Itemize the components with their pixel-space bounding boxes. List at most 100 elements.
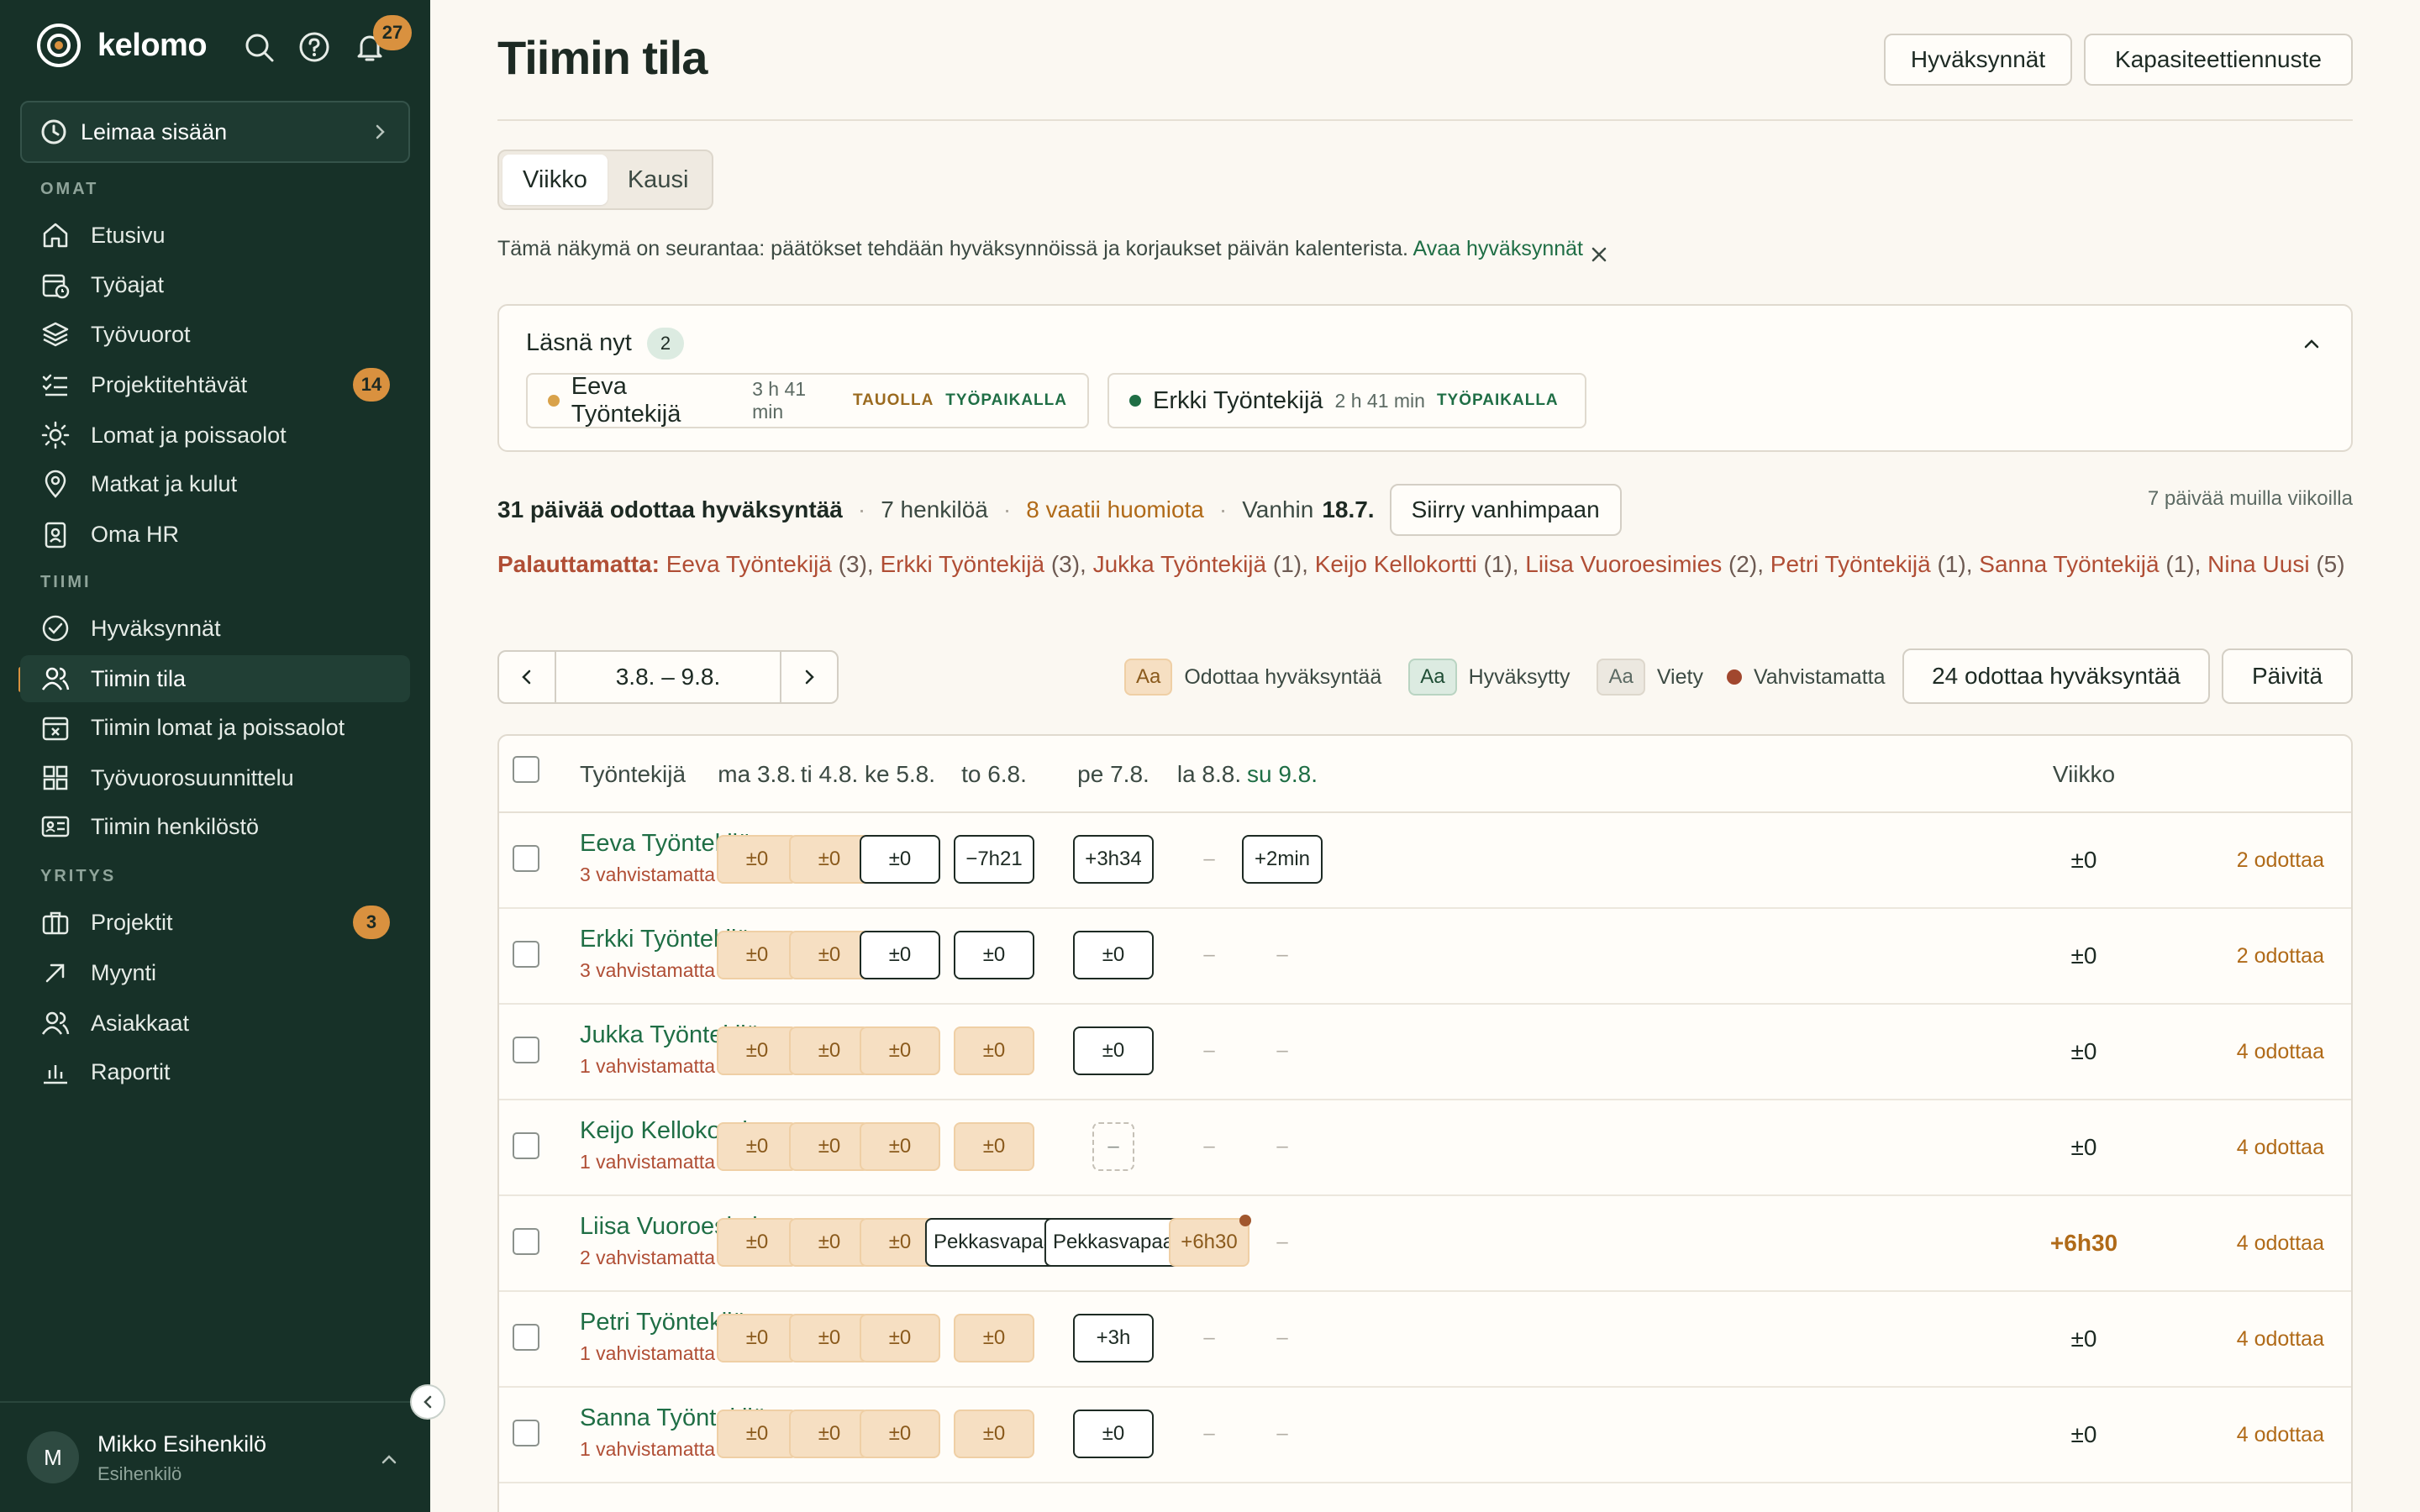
day-cell[interactable]: ±0 — [789, 1122, 870, 1171]
day-cell[interactable]: ±0 — [717, 931, 797, 979]
day-cell[interactable]: ±0 — [860, 835, 940, 884]
help-icon[interactable] — [297, 30, 331, 64]
tab-period[interactable]: Kausi — [608, 155, 709, 205]
day-cell[interactable]: ±0 — [789, 1410, 870, 1458]
chevron-up-icon[interactable] — [2299, 331, 2324, 356]
day-cell[interactable]: ±0 — [717, 1314, 797, 1362]
day-cell[interactable]: ±0 — [717, 835, 797, 884]
row-checkbox[interactable] — [513, 1037, 539, 1063]
sidebar-item-hyvaksynnat[interactable]: Hyväksynnät — [20, 605, 410, 652]
day-cell[interactable]: ±0 — [954, 1410, 1034, 1458]
view-toggle: Viikko Kausi — [497, 150, 714, 210]
day-cell[interactable]: ±0 — [860, 1122, 940, 1171]
sidebar-item-lomat[interactable]: Lomat ja poissaolot — [20, 412, 410, 459]
unreturned-person[interactable]: Liisa Vuoroesimies (2), — [1525, 551, 1770, 577]
next-week-button[interactable] — [781, 652, 837, 702]
unreturned-person[interactable]: Erkki Työntekijä (3), — [880, 551, 1092, 577]
day-cell[interactable]: ±0 — [789, 1314, 870, 1362]
pending-status-link[interactable]: 4 odottaa — [2237, 1327, 2324, 1352]
sidebar-item-raportit[interactable]: Raportit — [20, 1048, 410, 1095]
go-to-oldest-button[interactable]: Siirry vanhimpaan — [1389, 484, 1622, 536]
day-cell[interactable]: ±0 — [1073, 1410, 1154, 1458]
pending-status-link[interactable]: 4 odottaa — [2237, 1040, 2324, 1064]
sidebar-item-asiakkaat[interactable]: Asiakkaat — [20, 1000, 410, 1047]
tab-week[interactable]: Viikko — [502, 155, 608, 205]
clock-in-button[interactable]: Leimaa sisään — [20, 101, 410, 163]
unreturned-person[interactable]: Petri Työntekijä (1), — [1770, 551, 1980, 577]
notifications-button[interactable]: 27 — [353, 15, 412, 64]
previous-week-button[interactable] — [499, 652, 555, 702]
user-menu[interactable]: M Mikko Esihenkilö Esihenkilö — [0, 1401, 430, 1512]
day-cell[interactable]: Pekkasvapaa — [924, 1218, 1064, 1267]
unreturned-person[interactable]: Eeva Työntekijä (3), — [666, 551, 881, 577]
day-cell[interactable]: ±0 — [860, 931, 940, 979]
row-checkbox[interactable] — [513, 1132, 539, 1159]
sidebar-item-tiimin-tila[interactable]: Tiimin tila — [20, 655, 410, 702]
day-cell[interactable]: ±0 — [860, 1026, 940, 1075]
capacity-forecast-button[interactable]: Kapasiteettiennuste — [2084, 34, 2353, 86]
pending-approvals-button[interactable]: 24 odottaa hyväksyntää — [1902, 648, 2210, 704]
pending-status-link[interactable]: 2 odottaa — [2237, 848, 2324, 873]
day-cell[interactable]: ±0 — [1073, 1026, 1154, 1075]
day-cell[interactable]: ±0 — [954, 931, 1034, 979]
week-total: ±0 — [2070, 1134, 2097, 1160]
day-cell[interactable]: +3h34 — [1073, 835, 1154, 884]
sidebar-item-myynti[interactable]: Myynti — [20, 949, 410, 996]
day-cell[interactable]: ±0 — [717, 1410, 797, 1458]
close-icon[interactable] — [1586, 242, 1612, 267]
pending-status-link[interactable]: 4 odottaa — [2237, 1231, 2324, 1256]
sidebar-item-label: Projektit — [91, 909, 173, 935]
sidebar-item-tiimin-henkilosto[interactable]: Tiimin henkilöstö — [20, 803, 410, 850]
row-checkbox[interactable] — [513, 1324, 539, 1351]
day-cell[interactable]: ±0 — [860, 1314, 940, 1362]
sidebar-item-tyovuorot[interactable]: Työvuorot — [20, 311, 410, 358]
day-cell[interactable]: – — [1092, 1122, 1134, 1171]
day-cell[interactable]: ±0 — [789, 931, 870, 979]
present-person-chip[interactable]: Erkki Työntekijä 2 h 41 min TYÖPAIKALLA — [1107, 373, 1586, 428]
day-cell[interactable]: ±0 — [789, 1218, 870, 1267]
day-cell[interactable]: ±0 — [860, 1410, 940, 1458]
day-cell[interactable]: ±0 — [954, 1026, 1034, 1075]
sidebar-item-projektit[interactable]: Projektit 3 — [20, 899, 410, 946]
pending-status-link[interactable]: 4 odottaa — [2237, 1423, 2324, 1447]
approvals-button[interactable]: Hyväksynnät — [1884, 34, 2072, 86]
sidebar-item-tyoajat[interactable]: Työajat — [20, 261, 410, 308]
day-cell[interactable]: ±0 — [954, 1314, 1034, 1362]
row-checkbox[interactable] — [513, 845, 539, 872]
pending-status-link[interactable]: 4 odottaa — [2237, 1136, 2324, 1160]
day-cell[interactable]: ±0 — [789, 1026, 870, 1075]
day-cell[interactable]: ±0 — [717, 1026, 797, 1075]
row-checkbox[interactable] — [513, 941, 539, 968]
unreturned-person[interactable]: Jukka Työntekijä (1), — [1093, 551, 1315, 577]
select-all-checkbox[interactable] — [513, 756, 539, 783]
unreturned-person[interactable]: Sanna Työntekijä (1), — [1979, 551, 2207, 577]
pending-status-link[interactable]: 2 odottaa — [2237, 944, 2324, 969]
day-cell[interactable]: ±0 — [717, 1122, 797, 1171]
day-cell[interactable]: +3h — [1073, 1314, 1154, 1362]
day-cell[interactable]: ±0 — [1073, 931, 1154, 979]
day-cell[interactable]: ±0 — [717, 1218, 797, 1267]
row-checkbox[interactable] — [513, 1228, 539, 1255]
day-cell[interactable]: Pekkasvapaa — [1044, 1218, 1183, 1267]
unreturned-person[interactable]: Keijo Kellokortti (1), — [1315, 551, 1526, 577]
day-cell[interactable]: +2min — [1242, 835, 1323, 884]
search-icon[interactable] — [242, 30, 276, 64]
day-cell[interactable]: +6h30 — [1169, 1215, 1251, 1267]
open-approvals-link[interactable]: Avaa hyväksynnät — [1413, 237, 1583, 260]
sidebar-item-tiimin-lomat[interactable]: Tiimin lomat ja poissaolot — [20, 704, 410, 751]
row-checkbox[interactable] — [513, 1420, 539, 1446]
day-cell[interactable]: −7h21 — [954, 835, 1034, 884]
sidebar-item-etusivu[interactable]: Etusivu — [20, 212, 410, 259]
refresh-button[interactable]: Päivitä — [2222, 648, 2353, 704]
present-person-chip[interactable]: Eeva Työntekijä 3 h 41 min TAUOLLA TYÖPA… — [526, 373, 1089, 428]
sidebar-item-matkat[interactable]: Matkat ja kulut — [20, 460, 410, 507]
day-cell[interactable]: ±0 — [954, 1122, 1034, 1171]
day-cell[interactable]: ±0 — [789, 835, 870, 884]
sidebar-item-projektitehtavat[interactable]: Projektitehtävät 14 — [20, 361, 410, 408]
brand[interactable]: kelomo — [35, 22, 208, 69]
date-range-label[interactable]: 3.8. – 9.8. — [555, 652, 781, 702]
unreturned-person[interactable]: Nina Uusi (5) — [2207, 551, 2344, 577]
sidebar-item-oma-hr[interactable]: Oma HR — [20, 511, 410, 558]
sidebar-item-tyovuorosuunnittelu[interactable]: Työvuorosuunnittelu — [20, 754, 410, 801]
day-cell-value: ±0 — [982, 1039, 1006, 1062]
